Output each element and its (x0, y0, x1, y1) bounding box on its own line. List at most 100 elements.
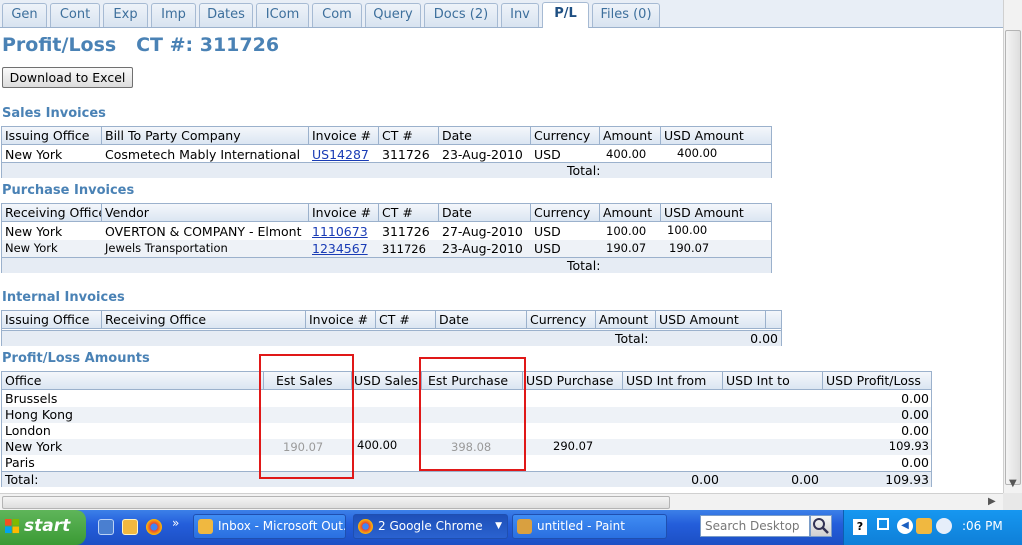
vertical-scrollbar[interactable]: ▼ (1003, 0, 1022, 493)
tab-bar: Gen Cont Exp Imp Dates ICom Com Query Do… (0, 0, 1003, 28)
vendor-cell: OVERTON & COMPANY - Elmont (105, 224, 302, 239)
total-label: Total: (615, 331, 649, 346)
tab-com[interactable]: Com (312, 3, 362, 27)
column-header[interactable]: Amount (596, 311, 656, 329)
profit-cell: 109.93 (888, 439, 929, 453)
outlook-icon[interactable] (122, 519, 138, 535)
horizontal-scroll-thumb[interactable] (2, 496, 670, 509)
date-cell: 27-Aug-2010 (442, 224, 523, 239)
task-outlook[interactable]: Inbox - Microsoft Out... (193, 514, 346, 539)
column-header[interactable]: Date (436, 311, 527, 329)
column-header[interactable]: Receiving Office (2, 204, 102, 222)
tab-docs[interactable]: Docs (2) (424, 3, 498, 27)
back-arrow-icon[interactable]: ◀ (897, 518, 913, 534)
invoice-link[interactable]: 1234567 (309, 240, 379, 257)
taskbar: start » Inbox - Microsoft Out... 2 Googl… (0, 510, 1022, 545)
column-header[interactable]: Amount (600, 127, 661, 145)
task-label: 2 Google Chrome (378, 519, 483, 533)
column-header[interactable]: CT # (379, 127, 439, 145)
horizontal-scrollbar[interactable]: ▶ (0, 493, 1003, 510)
tab-query[interactable]: Query (365, 3, 421, 27)
column-header[interactable]: USD Amount (661, 204, 773, 222)
chrome-icon[interactable] (146, 519, 162, 535)
task-label: untitled - Paint (537, 519, 625, 533)
magnifier-icon (813, 518, 829, 534)
column-header[interactable]: Currency (527, 311, 596, 329)
scroll-right-icon[interactable]: ▶ (988, 496, 996, 507)
column-header[interactable]: USD Int from (623, 372, 723, 390)
outlook-tray-icon[interactable] (916, 518, 932, 534)
sales-invoices-title: Sales Invoices (2, 106, 106, 121)
company-cell: Cosmetech Mably International (105, 147, 301, 162)
tab-dates[interactable]: Dates (199, 3, 253, 27)
currency-cell: USD (534, 224, 561, 239)
column-header[interactable]: Currency (531, 204, 600, 222)
tab-files[interactable]: Files (0) (592, 3, 660, 27)
invoice-link[interactable]: 1110673 (309, 223, 379, 240)
total-label: Total: (567, 258, 601, 273)
tab-pl[interactable]: P/L (542, 2, 589, 28)
column-header[interactable]: Invoice # (309, 204, 379, 222)
download-excel-button[interactable]: Download to Excel (2, 67, 133, 88)
vertical-scroll-thumb[interactable] (1005, 30, 1021, 485)
tab-gen[interactable]: Gen (2, 3, 47, 27)
column-header[interactable]: Issuing Office (2, 127, 102, 145)
column-header[interactable]: Invoice # (309, 127, 379, 145)
column-header[interactable]: USD Amount (656, 311, 766, 329)
column-header[interactable]: USD Purchase (523, 372, 623, 390)
internal-invoices-table: Issuing Office Receiving Office Invoice … (1, 310, 782, 346)
quick-launch-more-icon[interactable]: » (172, 516, 179, 530)
column-header[interactable]: USD Profit/Loss (823, 372, 933, 390)
ct-cell: 311726 (382, 242, 426, 256)
vendor-cell: Jewels Transportation (105, 241, 228, 255)
office-cell: London (5, 423, 51, 438)
search-desktop-input[interactable]: Search Desktop (700, 515, 810, 537)
sales-invoices-table: Issuing Office Bill To Party Company Inv… (1, 126, 772, 178)
column-header[interactable]: Receiving Office (102, 311, 306, 329)
tab-exp[interactable]: Exp (103, 3, 148, 27)
column-header[interactable]: Bill To Party Company (102, 127, 309, 145)
date-cell: 23-Aug-2010 (442, 147, 523, 162)
total-profit: 109.93 (885, 472, 929, 487)
amount-cell: 400.00 (606, 147, 647, 161)
page-title: Profit/Loss CT #: 311726 (2, 34, 280, 56)
column-header[interactable]: CT # (379, 204, 439, 222)
invoice-link[interactable]: US14287 (309, 146, 379, 163)
tab-cont[interactable]: Cont (50, 3, 100, 27)
search-icon[interactable] (810, 515, 832, 537)
date-cell: 23-Aug-2010 (442, 241, 523, 256)
purchase-invoices-table: Receiving Office Vendor Invoice # CT # D… (1, 203, 772, 273)
column-header[interactable]: CT # (376, 311, 436, 329)
total-row: Total: 0.00 (2, 330, 781, 346)
tab-imp[interactable]: Imp (151, 3, 196, 27)
chrome-icon (358, 519, 373, 534)
task-paint[interactable]: untitled - Paint (512, 514, 667, 539)
column-header[interactable]: Amount (600, 204, 661, 222)
ct-cell: 311726 (382, 224, 430, 239)
column-header[interactable]: USD Sales (352, 372, 422, 390)
scroll-down-icon[interactable]: ▼ (1009, 478, 1017, 489)
profit-cell: 0.00 (901, 423, 929, 438)
help-icon[interactable]: ? (853, 519, 867, 535)
column-header[interactable]: Issuing Office (2, 311, 102, 329)
task-chrome[interactable]: 2 Google Chrome ▼ (353, 514, 508, 539)
search-tray-icon[interactable] (936, 518, 952, 534)
usd-amount-cell: 100.00 (667, 223, 708, 237)
column-header[interactable]: Currency (531, 127, 600, 145)
total-row: Total: (2, 257, 771, 273)
column-header[interactable]: Office (2, 372, 264, 390)
show-desktop-icon[interactable] (98, 519, 114, 535)
window-icon[interactable] (877, 518, 889, 530)
total-label: Total: (5, 472, 39, 487)
column-header[interactable]: Vendor (102, 204, 309, 222)
column-header[interactable]: Date (439, 204, 531, 222)
tab-icom[interactable]: ICom (256, 3, 309, 27)
start-button[interactable]: start (0, 510, 86, 545)
profit-cell: 0.00 (901, 407, 929, 422)
column-header[interactable]: Date (439, 127, 531, 145)
office-cell: New York (5, 241, 58, 255)
column-header[interactable]: Invoice # (306, 311, 376, 329)
column-header[interactable]: USD Int to (723, 372, 823, 390)
column-header[interactable]: USD Amount (661, 127, 773, 145)
tab-inv[interactable]: Inv (501, 3, 539, 27)
